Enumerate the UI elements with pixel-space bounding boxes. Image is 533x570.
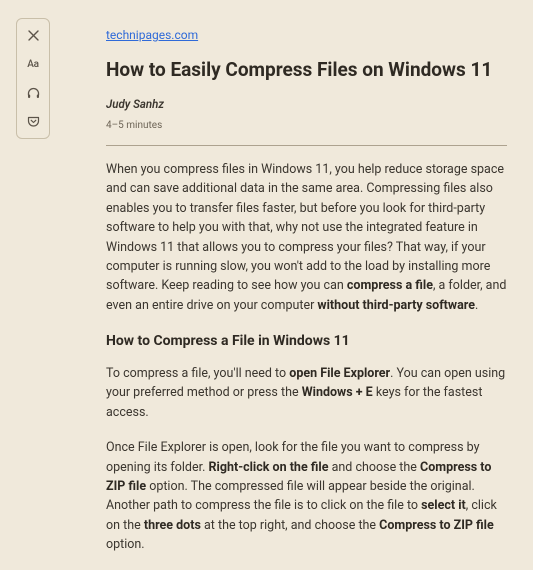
text-bold: open File Explorer: [289, 366, 390, 381]
text-bold: Compress to ZIP file: [379, 518, 494, 533]
divider: [106, 145, 507, 146]
source-link[interactable]: technipages.com: [106, 26, 198, 44]
font-settings-label: Aa: [27, 59, 38, 70]
paragraph-step1: To compress a file, you'll need to open …: [106, 364, 507, 422]
pocket-icon: [27, 116, 40, 128]
text-bold: compress a file: [347, 278, 433, 293]
text: option.: [106, 537, 145, 552]
author: Judy Sanhz: [106, 96, 507, 113]
text-bold: select it: [421, 498, 466, 513]
text: and choose the: [328, 460, 420, 475]
font-settings-button[interactable]: Aa: [23, 55, 43, 73]
paragraph-step2: Once File Explorer is open, look for the…: [106, 438, 507, 554]
close-button[interactable]: [23, 26, 43, 44]
read-time: 4–5 minutes: [106, 118, 507, 133]
text: option. The compressed file will appear …: [106, 479, 475, 513]
text-bold: three dots: [144, 518, 201, 533]
section-heading: How to Compress a File in Windows 11: [106, 331, 507, 352]
save-pocket-button[interactable]: [23, 113, 43, 131]
headphones-icon: [27, 87, 40, 99]
text: .: [475, 298, 478, 313]
text-bold: Right-click on the file: [209, 460, 329, 475]
close-icon: [28, 30, 39, 41]
text: To compress a file, you'll need to: [106, 366, 289, 381]
text: When you compress files in Windows 11, y…: [106, 162, 504, 293]
page-title: How to Easily Compress Files on Windows …: [106, 58, 507, 82]
text: at the top right, and choose the: [201, 518, 379, 533]
paragraph-intro: When you compress files in Windows 11, y…: [106, 160, 507, 315]
text-bold: without third-party software: [317, 298, 475, 313]
reader-toolbar: Aa: [16, 18, 50, 139]
text-bold: Windows + E: [302, 385, 373, 400]
article-content: technipages.com How to Easily Compress F…: [106, 22, 507, 570]
listen-button[interactable]: [23, 84, 43, 102]
